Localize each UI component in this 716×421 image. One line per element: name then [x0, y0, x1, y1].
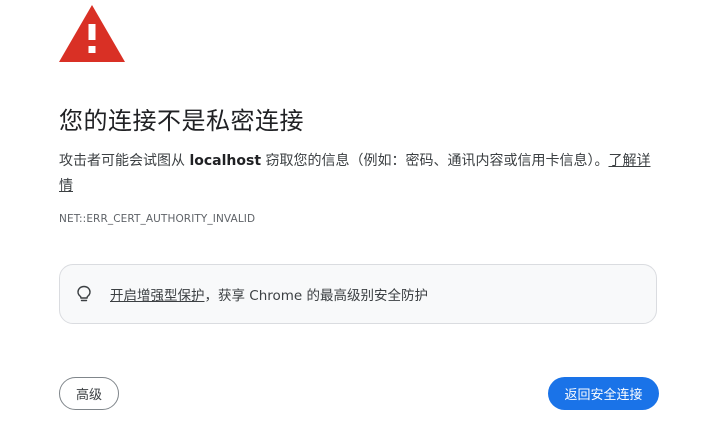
lightbulb-icon — [76, 285, 94, 303]
page-title: 您的连接不是私密连接 — [59, 107, 304, 135]
enhanced-protection-card: 开启增强型保护，获享 Chrome 的最高级别安全防护 — [59, 264, 657, 324]
enhanced-protection-text: 开启增强型保护，获享 Chrome 的最高级别安全防护 — [110, 284, 428, 304]
back-to-safety-button[interactable]: 返回安全连接 — [548, 377, 659, 410]
enhanced-protection-rest: ，获享 Chrome 的最高级别安全防护 — [204, 288, 429, 304]
description-host: localhost — [189, 153, 262, 169]
warning-triangle-icon — [59, 5, 125, 62]
warning-description: 攻击者可能会试图从 localhost 窃取您的信息（例如：密码、通讯内容或信用… — [59, 149, 659, 199]
advanced-button[interactable]: 高级 — [59, 377, 119, 410]
security-interstitial-page: 您的连接不是私密连接 攻击者可能会试图从 localhost 窃取您的信息（例如… — [0, 0, 716, 421]
error-code: NET::ERR_CERT_AUTHORITY_INVALID — [59, 213, 256, 225]
description-prefix: 攻击者可能会试图从 — [59, 153, 190, 169]
description-suffix: 窃取您的信息（例如：密码、通讯内容或信用卡信息）。 — [261, 153, 609, 169]
enable-enhanced-protection-link[interactable]: 开启增强型保护 — [110, 288, 205, 304]
